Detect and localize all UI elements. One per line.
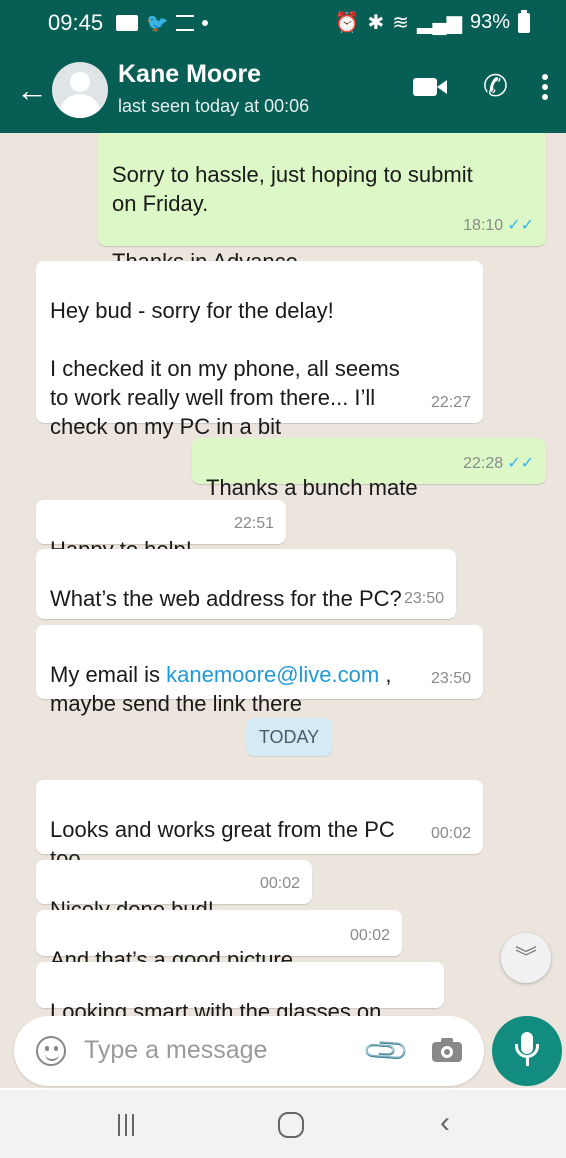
emoji-icon[interactable] (36, 1036, 66, 1066)
status-bar: 09:45 🐦 ⏰ ✱ ≋ ▂▄▆ 93% (0, 0, 566, 48)
message-bubble[interactable]: And that’s a good picture 00:02 (36, 910, 402, 972)
message-input[interactable]: Type a message (84, 1036, 267, 1065)
email-link[interactable]: kanemoore@live.com (166, 662, 379, 687)
bluetooth-icon: ✱ (367, 12, 385, 34)
dot (542, 84, 548, 90)
system-navigation-bar: ‹ (0, 1090, 566, 1158)
avatar-body (60, 94, 100, 118)
twitter-icon: 🐦 (146, 13, 169, 33)
video-camera-body (412, 78, 437, 96)
message-bubble[interactable]: Looks and works great from the PC too 00… (36, 780, 483, 871)
more-notifications-icon (202, 20, 209, 26)
message-bubble[interactable]: Sorry to hassle, just hoping to submit o… (98, 133, 546, 274)
read-ticks-icon: ✓✓ (507, 455, 534, 472)
message-text-start: My email is (50, 662, 167, 687)
camera-lens-center (444, 1049, 450, 1055)
avatar-head (70, 72, 90, 92)
signal-icon: ▂▄▆ (417, 12, 462, 34)
message-bubble[interactable]: What’s the web address for the PC? 23:50 (36, 549, 456, 619)
notification-app-icon (176, 15, 195, 31)
message-composer[interactable]: Type a message 📎 (14, 1016, 484, 1086)
message-time: 00:02 (259, 875, 300, 892)
message-list[interactable]: Sorry to hassle, just hoping to submit o… (0, 133, 566, 1088)
message-bubble[interactable]: My email is kanemoore@live.com , maybe s… (36, 625, 483, 716)
nav-home-icon[interactable] (278, 1112, 304, 1138)
news-app-icon (116, 15, 138, 31)
nav-recents-icon[interactable] (118, 1114, 134, 1136)
message-time: 00:02 (430, 825, 471, 842)
notification-icons: 🐦 (116, 13, 209, 33)
message-time: 22:28 ✓✓ (463, 449, 534, 478)
header-actions: ✆ (412, 72, 548, 102)
time-text: 18:10 (463, 217, 504, 234)
status-time: 09:45 (48, 10, 104, 35)
message-time: 23:50 (403, 590, 444, 607)
message-bubble[interactable]: Looking smart with the glasses on (36, 962, 444, 1024)
message-time: 22:51 (233, 515, 274, 532)
dot (542, 74, 548, 80)
alarm-icon: ⏰ (334, 12, 360, 34)
message-time: 22:27 (430, 394, 471, 411)
video-call-icon[interactable] (412, 76, 449, 98)
nav-back-icon[interactable]: ‹ (440, 1106, 450, 1140)
message-text: Hey bud - sorry for the delay! I checked… (50, 298, 400, 439)
whatsapp-chat-screen: 09:45 🐦 ⏰ ✱ ≋ ▂▄▆ 93% ← Kane Moore last … (0, 0, 566, 1158)
message-bubble[interactable]: Happy to help! 22:51 (36, 500, 286, 562)
back-arrow-icon[interactable]: ← (16, 70, 48, 110)
message-time: 00:02 (349, 927, 390, 944)
video-camera-lens (436, 80, 447, 94)
mic-holder (515, 1044, 539, 1058)
mic-icon[interactable] (492, 1016, 562, 1086)
read-ticks-icon: ✓✓ (507, 217, 534, 234)
last-seen-status: last seen today at 00:06 (118, 96, 310, 116)
battery-icon (518, 9, 530, 33)
message-bubble[interactable]: Nicely done bud! 00:02 (36, 860, 312, 922)
contact-name[interactable]: Kane Moore (118, 60, 261, 89)
message-text: What’s the web address for the PC? (50, 586, 402, 611)
wifi-icon: ≋ (392, 12, 410, 34)
battery-percent: 93% (469, 11, 510, 33)
chat-header: ← Kane Moore last seen today at 00:06 ✆ (0, 48, 566, 133)
message-time: 23:50 (430, 670, 471, 687)
emoji-mouth (45, 1052, 59, 1061)
mic-stem (526, 1058, 529, 1066)
bar (118, 1114, 120, 1136)
more-options-icon[interactable] (542, 74, 548, 100)
camera-icon[interactable] (432, 1038, 462, 1062)
bar (125, 1114, 127, 1136)
scroll-down-icon[interactable]: ︾ (501, 933, 551, 983)
avatar-icon[interactable] (52, 62, 108, 118)
date-separator: TODAY (246, 718, 332, 756)
attach-icon[interactable]: 📎 (361, 1026, 412, 1077)
system-status-icons: ⏰ ✱ ≋ ▂▄▆ 93% (334, 9, 530, 35)
message-text: Sorry to hassle, just hoping to submit o… (112, 162, 473, 274)
message-text: Thanks a bunch mate (206, 475, 418, 500)
dot (542, 94, 548, 100)
message-time: 18:10 ✓✓ (463, 211, 534, 240)
bar (132, 1114, 134, 1136)
time-text: 22:28 (463, 455, 504, 472)
message-bubble[interactable]: Hey bud - sorry for the delay! I checked… (36, 261, 483, 439)
phone-icon[interactable]: ✆ (483, 72, 508, 102)
message-bubble[interactable]: Thanks a bunch mate 22:28 ✓✓ (192, 438, 546, 500)
